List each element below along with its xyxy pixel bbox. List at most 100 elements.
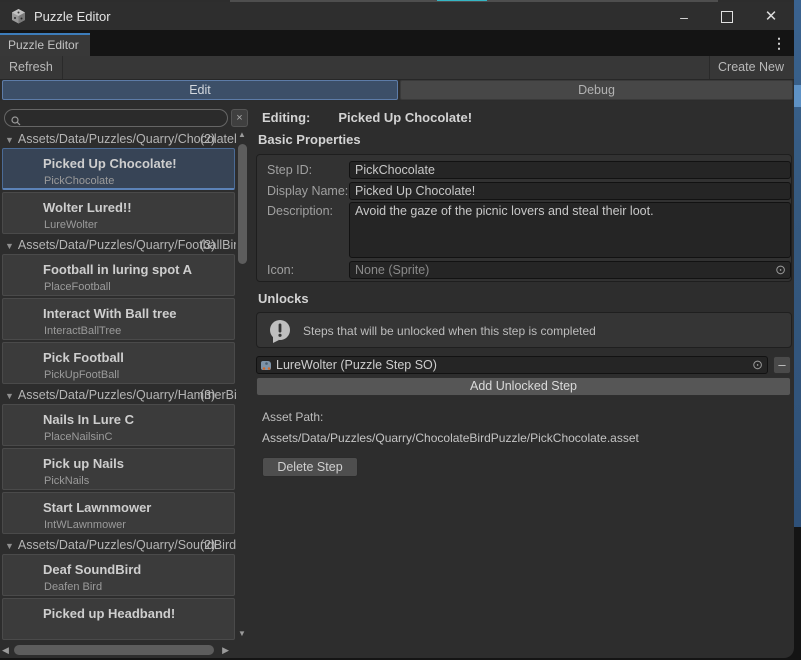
basic-properties-title: Basic Properties <box>258 132 361 147</box>
toolbar: Refresh Create New <box>0 56 794 80</box>
display-name-label: Display Name: <box>267 184 348 198</box>
foldout-icon[interactable]: ▼ <box>0 135 18 145</box>
tree-section-header[interactable]: ▼Assets/Data/Puzzles/Quarry/HammerBi(3) <box>0 386 236 404</box>
basic-properties-group: Step ID: PickChocolate Display Name: Pic… <box>256 154 792 282</box>
tree-section-header[interactable]: ▼Assets/Data/Puzzles/Quarry/SoundBird(2) <box>0 536 236 554</box>
tree-item[interactable]: Deaf SoundBirdDeafen Bird <box>2 554 235 596</box>
title-bar[interactable]: Puzzle Editor – ✕ <box>0 2 794 30</box>
tree-item[interactable]: Wolter Lured!!LureWolter <box>2 192 235 234</box>
tree-item[interactable]: Picked Up Chocolate!PickChocolate <box>2 148 235 190</box>
puzzle-editor-window: Puzzle Editor – ✕ Puzzle Editor ⋮ Refres… <box>0 0 794 658</box>
tree-vertical-scrollbar[interactable]: ▲ ▼ <box>236 130 249 640</box>
tree-item-title: Pick up Nails <box>3 449 234 471</box>
tree-item-id: InteractBallTree <box>3 321 234 337</box>
object-picker-icon[interactable]: ⊙ <box>752 357 763 373</box>
tab-puzzle-editor[interactable]: Puzzle Editor <box>0 33 90 56</box>
minimize-button[interactable]: – <box>669 8 699 26</box>
asset-path-value: Assets/Data/Puzzles/Quarry/ChocolateBird… <box>262 431 639 445</box>
window-title: Puzzle Editor <box>34 9 111 24</box>
horizontal-scroll-thumb[interactable] <box>14 645 214 655</box>
icon-field[interactable]: None (Sprite) ⊙ <box>349 261 791 279</box>
create-new-button[interactable]: Create New <box>709 56 792 79</box>
remove-unlocked-step-button[interactable]: – <box>773 356 791 374</box>
object-picker-icon[interactable]: ⊙ <box>775 262 786 278</box>
refresh-button[interactable]: Refresh <box>0 56 63 79</box>
step-id-field[interactable]: PickChocolate <box>349 161 791 179</box>
tree-item-id <box>3 621 234 625</box>
tree-section-count: (3) <box>200 386 215 404</box>
scroll-up-icon[interactable]: ▲ <box>238 130 246 139</box>
tree-item-title: Wolter Lured!! <box>3 193 234 215</box>
tree-item-title: Start Lawnmower <box>3 493 234 515</box>
maximize-icon <box>721 11 733 23</box>
scroll-left-icon[interactable]: ◀ <box>2 645 9 656</box>
tree-item-id: PickUpFootBall <box>3 365 234 381</box>
tree-item-title: Picked Up Chocolate! <box>3 149 234 171</box>
editing-header: Editing: Picked Up Chocolate! <box>262 110 472 125</box>
tree-item-id: PlaceFootball <box>3 277 234 293</box>
unlocks-title: Unlocks <box>258 291 309 306</box>
tree-item-title: Interact With Ball tree <box>3 299 234 321</box>
editing-value: Picked Up Chocolate! <box>338 110 472 125</box>
tree-item[interactable]: Pick up NailsPickNails <box>2 448 235 490</box>
desktop-edge-strip <box>794 0 801 527</box>
tree-item-title: Picked up Headband! <box>3 599 234 621</box>
unlocked-step-entry: LureWolter (Puzzle Step SO) <box>276 357 437 373</box>
maximize-button[interactable] <box>712 8 742 26</box>
description-field[interactable]: Avoid the gaze of the picnic lovers and … <box>349 202 791 258</box>
tree-section-count: (2) <box>200 130 215 148</box>
tree-item-id: IntWLawnmower <box>3 515 234 531</box>
tree-item[interactable]: Football in luring spot APlaceFootball <box>2 254 235 296</box>
tree-item[interactable]: Pick FootballPickUpFootBall <box>2 342 235 384</box>
tab-strip: Puzzle Editor ⋮ <box>0 30 794 56</box>
tree-item[interactable]: Picked up Headband! <box>2 598 235 640</box>
unlocks-help-text: Steps that will be unlocked when this st… <box>303 324 596 338</box>
desktop-top-accent <box>437 0 487 1</box>
add-unlocked-step-button[interactable]: Add Unlocked Step <box>256 377 791 396</box>
foldout-icon[interactable]: ▼ <box>0 541 18 551</box>
tree-item[interactable]: Start LawnmowerIntWLawnmower <box>2 492 235 534</box>
scroll-down-icon[interactable]: ▼ <box>238 629 246 638</box>
tab-edit[interactable]: Edit <box>2 80 398 100</box>
info-bubble-icon <box>267 318 293 349</box>
step-id-label: Step ID: <box>267 163 312 177</box>
tree-section-count: (2) <box>200 536 215 554</box>
tree-item-title: Deaf SoundBird <box>3 555 234 577</box>
app-cube-icon <box>10 8 27 25</box>
editing-label: Editing: <box>262 110 310 125</box>
scroll-right-icon[interactable]: ▶ <box>222 645 229 656</box>
scriptable-object-icon <box>260 359 273 376</box>
tree-horizontal-scrollbar[interactable]: ◀ ▶ <box>0 644 233 657</box>
tree-section-count: (3) <box>200 236 215 254</box>
vertical-scroll-thumb[interactable] <box>238 144 247 264</box>
desktop-edge-highlight <box>794 85 801 107</box>
tree-item-title: Pick Football <box>3 343 234 365</box>
tree-item-title: Football in luring spot A <box>3 255 234 277</box>
tree-item[interactable]: Nails In Lure CPlaceNailsinC <box>2 404 235 446</box>
icon-label: Icon: <box>267 263 294 277</box>
tree-item-title: Nails In Lure C <box>3 405 234 427</box>
tree-item-id: PlaceNailsinC <box>3 427 234 443</box>
display-name-field[interactable]: Picked Up Chocolate! <box>349 182 791 200</box>
kebab-menu-icon[interactable]: ⋮ <box>772 35 786 52</box>
foldout-icon[interactable]: ▼ <box>0 391 18 401</box>
tree-item-id: PickNails <box>3 471 234 487</box>
tree-item-id: Deafen Bird <box>3 577 234 593</box>
tree-item[interactable]: Interact With Ball treeInteractBallTree <box>2 298 235 340</box>
search-input[interactable] <box>4 109 228 127</box>
delete-step-button[interactable]: Delete Step <box>262 457 358 477</box>
asset-path-label: Asset Path: <box>262 410 323 424</box>
unlocked-step-object-field[interactable]: LureWolter (Puzzle Step SO) ⊙ <box>256 356 768 374</box>
mode-tabs: Edit Debug <box>0 80 794 101</box>
tree-item-id: LureWolter <box>3 215 234 231</box>
unlocks-help-box: Steps that will be unlocked when this st… <box>256 312 792 348</box>
description-label: Description: <box>267 204 333 218</box>
foldout-icon[interactable]: ▼ <box>0 241 18 251</box>
tree-section-header[interactable]: ▼Assets/Data/Puzzles/Quarry/FootballBir(… <box>0 236 236 254</box>
search-icon <box>11 113 21 131</box>
search-clear-button[interactable]: × <box>231 109 248 127</box>
tab-debug[interactable]: Debug <box>400 80 793 100</box>
close-button[interactable]: ✕ <box>756 8 786 26</box>
tree-section-header[interactable]: ▼Assets/Data/Puzzles/Quarry/Chocolatel(2… <box>0 130 236 148</box>
icon-field-value: None (Sprite) <box>355 263 429 277</box>
